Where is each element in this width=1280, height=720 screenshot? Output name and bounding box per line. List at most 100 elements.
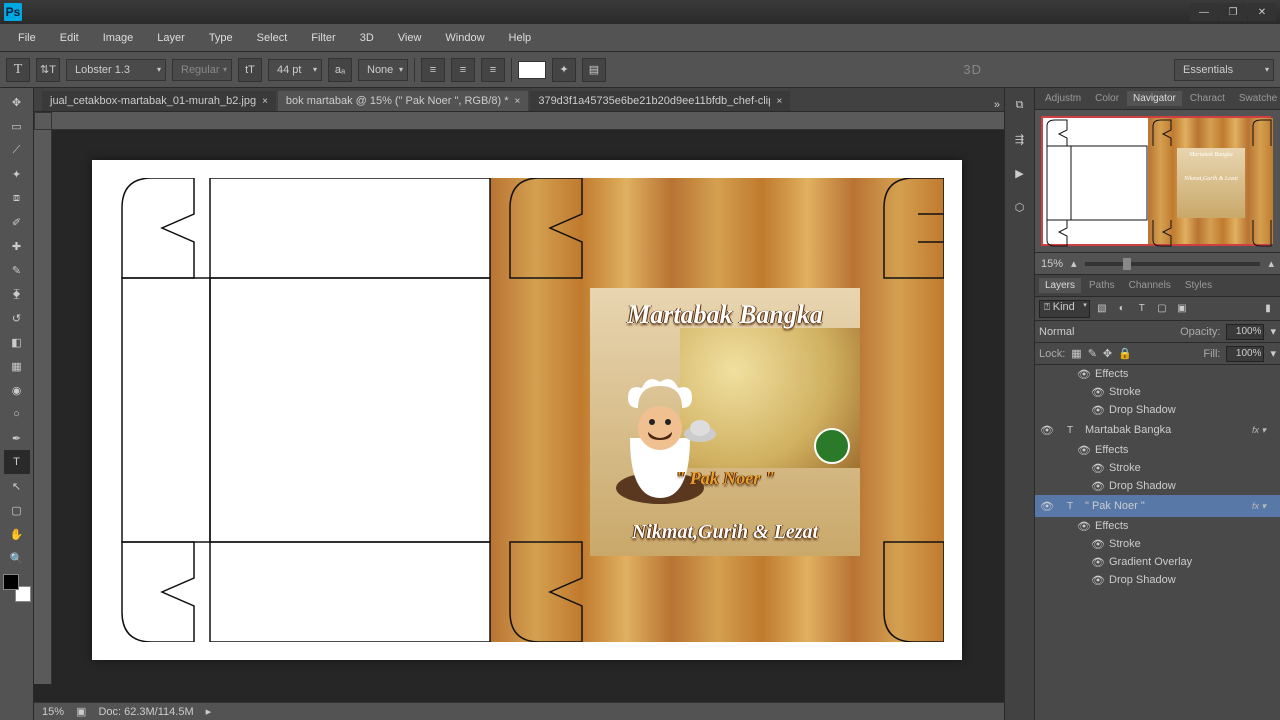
filter-pixel-icon[interactable]: ▧ [1094, 301, 1110, 317]
fx-badge[interactable]: fx ▾ [1252, 425, 1266, 436]
effect-item[interactable]: 👁Gradient Overlay [1035, 553, 1280, 571]
nav-zoom-value[interactable]: 15% [1041, 258, 1063, 270]
filter-smart-icon[interactable]: ▣ [1174, 301, 1190, 317]
visibility-icon[interactable]: 👁 [1091, 574, 1103, 587]
visibility-icon[interactable]: 👁 [1039, 500, 1055, 513]
visibility-icon[interactable]: 👁 [1091, 538, 1103, 551]
doc-tab-3[interactable]: 379d3f1a45735e6be21b20d9ee11bfdb_chef-cl… [530, 91, 790, 111]
tab-color[interactable]: Color [1089, 91, 1125, 106]
stamp-tool[interactable]: ⧱ [4, 282, 30, 306]
tab-channels[interactable]: Channels [1123, 278, 1177, 293]
canvas[interactable]: Martabak Bangka " Pak Noer " Nik [92, 160, 962, 660]
color-picker[interactable] [3, 574, 31, 602]
zoom-in-icon[interactable]: ▴ [1268, 257, 1274, 270]
lasso-tool[interactable]: ⟋ [4, 138, 30, 162]
minimize-button[interactable]: — [1190, 3, 1218, 21]
healing-tool[interactable]: ✚ [4, 234, 30, 258]
play-icon[interactable]: ▶ [1011, 164, 1029, 182]
zoom-value[interactable]: 15% [42, 706, 64, 718]
fx-badge[interactable]: fx ▾ [1252, 501, 1266, 512]
menu-type[interactable]: Type [199, 28, 243, 48]
maximize-button[interactable]: ❐ [1219, 3, 1247, 21]
visibility-icon[interactable]: 👁 [1091, 386, 1103, 399]
opacity-input[interactable] [1226, 324, 1264, 340]
dodge-tool[interactable]: ○ [4, 402, 30, 426]
menu-3d[interactable]: 3D [350, 28, 384, 48]
menu-select[interactable]: Select [247, 28, 298, 48]
tool-preset-icon[interactable]: T [6, 58, 30, 82]
visibility-icon[interactable]: 👁 [1091, 404, 1103, 417]
doc-size[interactable]: Doc: 62.3M/114.5M [98, 706, 193, 718]
lock-transparent-icon[interactable]: ▦ [1071, 347, 1081, 360]
path-select-tool[interactable]: ↖ [4, 474, 30, 498]
layer-item[interactable]: 👁TMartabak Bangkafx ▾ [1035, 419, 1280, 441]
effect-item[interactable]: 👁Stroke [1035, 459, 1280, 477]
visibility-icon[interactable]: 👁 [1091, 556, 1103, 569]
filter-type-icon[interactable]: T [1134, 301, 1150, 317]
pen-tool[interactable]: ✒ [4, 426, 30, 450]
tab-adjustments[interactable]: Adjustm [1039, 91, 1087, 106]
visibility-icon[interactable]: 👁 [1039, 424, 1055, 437]
menu-image[interactable]: Image [93, 28, 144, 48]
type-tool[interactable]: T [4, 450, 30, 474]
effect-item[interactable]: 👁Drop Shadow [1035, 571, 1280, 589]
ruler-vertical[interactable] [34, 130, 52, 684]
effect-item[interactable]: 👁Stroke [1035, 383, 1280, 401]
anti-alias-select[interactable]: None [358, 59, 408, 81]
tab-layers[interactable]: Layers [1039, 278, 1081, 293]
magic-wand-tool[interactable]: ✦ [4, 162, 30, 186]
zoom-slider[interactable] [1085, 262, 1261, 266]
filter-shape-icon[interactable]: ▢ [1154, 301, 1170, 317]
tab-navigator[interactable]: Navigator [1127, 91, 1182, 106]
eraser-tool[interactable]: ◧ [4, 330, 30, 354]
font-family-select[interactable]: Lobster 1.3 [66, 59, 166, 81]
lock-pixels-icon[interactable]: ✎ [1088, 347, 1097, 360]
3d-mode-icon[interactable]: 3D [963, 62, 982, 77]
tab-overflow-icon[interactable]: » [990, 99, 1004, 111]
close-icon[interactable]: × [776, 96, 782, 107]
brush-tool[interactable]: ✎ [4, 258, 30, 282]
menu-layer[interactable]: Layer [147, 28, 195, 48]
close-icon[interactable]: × [262, 96, 268, 107]
3d-panel-icon[interactable]: ⬡ [1011, 198, 1029, 216]
menu-window[interactable]: Window [435, 28, 494, 48]
ruler-origin[interactable] [34, 112, 52, 130]
visibility-icon[interactable]: 👁 [1091, 480, 1103, 493]
zoom-tool[interactable]: 🔍 [4, 546, 30, 570]
move-tool[interactable]: ✥ [4, 90, 30, 114]
workspace-select[interactable]: Essentials [1174, 59, 1274, 81]
align-center-icon[interactable]: ≡ [451, 58, 475, 82]
text-orientation-icon[interactable]: ⇅T [36, 58, 60, 82]
effect-item[interactable]: 👁Drop Shadow [1035, 401, 1280, 419]
filter-toggle[interactable]: ▮ [1260, 301, 1276, 317]
hand-tool[interactable]: ✋ [4, 522, 30, 546]
font-size-select[interactable]: 44 pt [268, 59, 322, 81]
menu-view[interactable]: View [388, 28, 432, 48]
blur-tool[interactable]: ◉ [4, 378, 30, 402]
close-button[interactable]: ✕ [1248, 3, 1276, 21]
menu-help[interactable]: Help [499, 28, 542, 48]
history-panel-icon[interactable]: ⧉ [1011, 96, 1029, 114]
character-panel-icon[interactable]: ▤ [582, 58, 606, 82]
tab-character[interactable]: Charact [1184, 91, 1231, 106]
doc-tab-1[interactable]: jual_cetakbox-martabak_01-murah_b2.jpg× [42, 91, 276, 111]
marquee-tool[interactable]: ▭ [4, 114, 30, 138]
history-brush-tool[interactable]: ↺ [4, 306, 30, 330]
menu-file[interactable]: File [8, 28, 46, 48]
blend-mode-select[interactable]: Normal [1039, 326, 1174, 338]
effect-item[interactable]: 👁Effects [1035, 517, 1280, 535]
lock-position-icon[interactable]: ✥ [1103, 347, 1112, 360]
actions-panel-icon[interactable]: ⇶ [1011, 130, 1029, 148]
status-arrow-icon[interactable]: ▸ [206, 705, 212, 718]
tab-paths[interactable]: Paths [1083, 278, 1121, 293]
crop-tool[interactable]: ⧈ [4, 186, 30, 210]
status-icon[interactable]: ▣ [76, 705, 86, 718]
font-style-select[interactable]: Regular [172, 59, 232, 81]
navigator-thumbnail[interactable]: Martabak BangkaNikmat,Gurih & Lezat [1041, 116, 1271, 246]
visibility-icon[interactable]: 👁 [1091, 462, 1103, 475]
menu-edit[interactable]: Edit [50, 28, 89, 48]
eyedropper-tool[interactable]: ✐ [4, 210, 30, 234]
lock-all-icon[interactable]: 🔒 [1118, 347, 1132, 360]
visibility-icon[interactable]: 👁 [1077, 520, 1089, 533]
effect-item[interactable]: 👁Effects [1035, 441, 1280, 459]
